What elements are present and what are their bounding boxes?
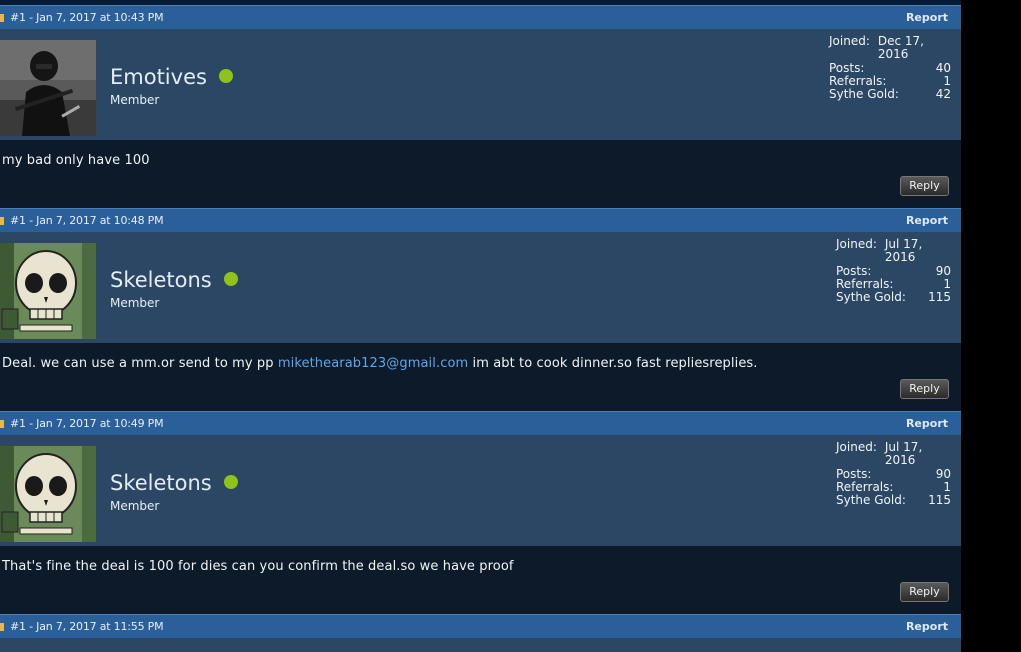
report-link[interactable]: Report <box>906 620 948 633</box>
report-link[interactable]: Report <box>906 214 948 227</box>
post-permalink[interactable]: #1 - Jan 7, 2017 at 11:55 PM <box>10 620 164 633</box>
referrals-label: Referrals: <box>829 73 887 88</box>
referrals-label: Referrals: <box>836 276 894 291</box>
post-permalink[interactable]: #1 - Jan 7, 2017 at 10:43 PM <box>10 11 164 24</box>
username[interactable]: Emotives <box>110 65 233 89</box>
joined-label: Joined: <box>829 34 870 48</box>
post-body: my bad only have 100 Reply <box>0 140 961 208</box>
user-stats: Joined: Dec 17, 2016 Posts: 40 Referrals: 1… <box>829 34 951 102</box>
report-link[interactable]: Report <box>906 417 948 430</box>
post-permalink[interactable]: #1 - Jan 7, 2017 at 10:49 PM <box>10 417 164 430</box>
post-message: Deal. we can use a mm.or send to my pp m… <box>2 356 758 371</box>
skeleton-avatar-icon <box>0 243 96 339</box>
post: #1 - Jan 7, 2017 at 10:43 PM Report Emot… <box>0 5 961 208</box>
gold-label: Sythe Gold: <box>829 87 899 102</box>
gold-value: 115 <box>928 290 951 305</box>
report-link[interactable]: Report <box>906 11 948 24</box>
user-stats: Joined: Jul 17, 2016 Posts: 90 Referrals: 1… <box>836 237 951 305</box>
gold-value: 115 <box>928 493 951 508</box>
joined-label: Joined: <box>836 237 877 251</box>
username[interactable]: Skeletons <box>110 268 238 292</box>
user-info: Skeletons Member Joined: Jul 17, 2016 Pos… <box>0 232 961 343</box>
posts-label: Posts: <box>829 60 865 75</box>
referrals-value: 1 <box>943 479 951 494</box>
thread-posts: #1 - Jan 7, 2017 at 10:43 PM Report Emot… <box>0 5 961 652</box>
email-link[interactable]: mikethearab123@gmail.com <box>278 356 468 371</box>
joined-value: Jul 17, 2016 <box>884 237 923 265</box>
message-text: Deal. we can use a mm.or send to my pp <box>2 356 278 371</box>
post-icon <box>0 14 4 22</box>
joined-value: Jul 17, 2016 <box>884 440 923 468</box>
post-header: #1 - Jan 7, 2017 at 11:55 PM Report <box>0 614 961 638</box>
post: #1 - Jan 7, 2017 at 10:48 PM Report Skel… <box>0 208 961 411</box>
username-text[interactable]: Skeletons <box>110 268 212 292</box>
reply-button[interactable]: Reply <box>900 379 949 399</box>
user-info: Emotives Member Joined: Dec 17, 2016 Post… <box>0 29 961 140</box>
joined-label: Joined: <box>836 440 877 454</box>
gold-label: Sythe Gold: <box>836 493 906 508</box>
user-title: Member <box>110 296 160 310</box>
post-header: #1 - Jan 7, 2017 at 10:43 PM Report <box>0 5 961 29</box>
post-icon <box>0 623 4 631</box>
post-icon <box>0 217 4 225</box>
page-margin <box>961 0 1021 648</box>
reply-button[interactable]: Reply <box>900 582 949 602</box>
user-title: Member <box>110 93 160 107</box>
referrals-label: Referrals: <box>836 479 894 494</box>
post-permalink[interactable]: #1 - Jan 7, 2017 at 10:48 PM <box>10 214 164 227</box>
online-status-icon <box>223 475 238 489</box>
gold-value: 42 <box>935 87 951 102</box>
avatar[interactable] <box>0 243 96 339</box>
online-status-icon <box>223 272 238 286</box>
user-stats: Joined: Jul 17, 2016 Posts: 90 Referrals: 1… <box>836 440 951 508</box>
user-title: Member <box>110 499 160 513</box>
username-text[interactable]: Emotives <box>110 65 207 89</box>
post: #1 - Jan 7, 2017 at 11:55 PM Report <box>0 614 961 652</box>
posts-value: 90 <box>935 466 951 481</box>
post-message: my bad only have 100 <box>2 153 150 168</box>
posts-value: 40 <box>935 60 951 75</box>
post-body: That's fine the deal is 100 for dies can… <box>0 546 961 614</box>
reply-button[interactable]: Reply <box>900 176 949 196</box>
gold-label: Sythe Gold: <box>836 290 906 305</box>
post-header: #1 - Jan 7, 2017 at 10:48 PM Report <box>0 208 961 232</box>
referrals-value: 1 <box>943 276 951 291</box>
joined-value: Dec 17, 2016 <box>877 34 924 62</box>
avatar[interactable] <box>0 40 96 136</box>
username[interactable]: Skeletons <box>110 471 238 495</box>
referrals-value: 1 <box>943 73 951 88</box>
posts-label: Posts: <box>836 466 872 481</box>
message-text: im abt to cook dinner.so fast repliesrep… <box>468 356 758 371</box>
online-status-icon <box>218 69 233 83</box>
post-icon <box>0 420 4 428</box>
user-info <box>0 638 961 652</box>
username-text[interactable]: Skeletons <box>110 471 212 495</box>
post: #1 - Jan 7, 2017 at 10:49 PM Report Skel… <box>0 411 961 614</box>
posts-label: Posts: <box>836 263 872 278</box>
skeleton-avatar-icon <box>0 446 96 542</box>
posts-value: 90 <box>935 263 951 278</box>
masked-figure-avatar-icon <box>0 40 96 136</box>
avatar[interactable] <box>0 446 96 542</box>
user-info: Skeletons Member Joined: Jul 17, 2016 Pos… <box>0 435 961 546</box>
post-header: #1 - Jan 7, 2017 at 10:49 PM Report <box>0 411 961 435</box>
post-body: Deal. we can use a mm.or send to my pp m… <box>0 343 961 411</box>
post-message: That's fine the deal is 100 for dies can… <box>2 559 514 574</box>
